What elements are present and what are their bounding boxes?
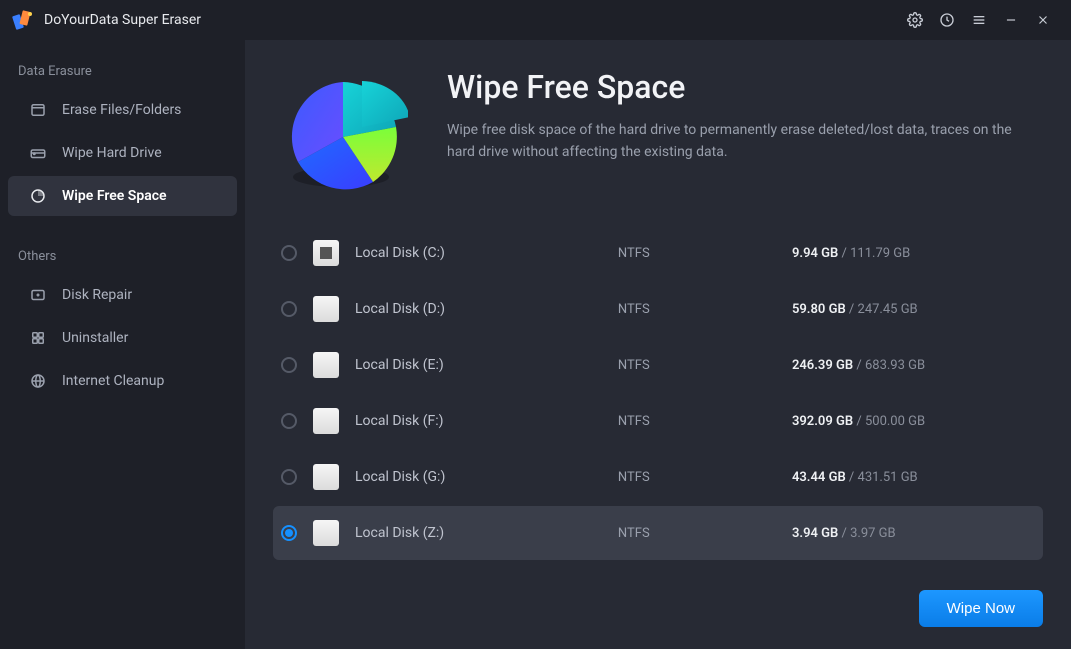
disk-size: 3.94 GB / 3.97 GB	[792, 526, 1029, 541]
disk-size: 392.09 GB / 500.00 GB	[792, 414, 1029, 429]
disk-filesystem: NTFS	[618, 302, 776, 317]
disk-filesystem: NTFS	[618, 470, 776, 485]
disk-filesystem: NTFS	[618, 246, 776, 261]
sidebar-item-erase-files[interactable]: Erase Files/Folders	[8, 90, 237, 130]
disk-row[interactable]: Local Disk (Z:) NTFS 3.94 GB / 3.97 GB	[273, 506, 1043, 560]
disk-radio[interactable]	[281, 357, 297, 373]
disk-used: 59.80 GB	[792, 302, 846, 317]
drive-icon	[313, 296, 339, 322]
disk-name: Local Disk (C:)	[355, 245, 602, 261]
disk-total: / 683.93 GB	[853, 358, 925, 373]
disk-used: 43.44 GB	[792, 470, 846, 485]
disk-used: 9.94 GB	[792, 246, 838, 261]
sidebar-item-label: Disk Repair	[62, 287, 132, 303]
disk-size: 59.80 GB / 247.45 GB	[792, 302, 1029, 317]
globe-icon	[28, 371, 48, 391]
hard-drive-icon	[28, 143, 48, 163]
sidebar-section-erasure: Data Erasure	[0, 58, 245, 87]
sidebar-item-wipe-free[interactable]: Wipe Free Space	[8, 176, 237, 216]
disk-total: / 431.51 GB	[846, 470, 918, 485]
history-icon[interactable]	[931, 4, 963, 36]
disk-row[interactable]: Local Disk (G:) NTFS 43.44 GB / 431.51 GB	[273, 450, 1043, 504]
disk-size: 9.94 GB / 111.79 GB	[792, 246, 1029, 261]
drive-icon	[313, 520, 339, 546]
disk-row[interactable]: Local Disk (C:) NTFS 9.94 GB / 111.79 GB	[273, 226, 1043, 280]
title-bar: DoYourData Super Eraser	[0, 0, 1071, 40]
disk-name: Local Disk (E:)	[355, 357, 602, 373]
disk-total: / 500.00 GB	[853, 414, 925, 429]
disk-filesystem: NTFS	[618, 526, 776, 541]
disk-radio[interactable]	[281, 469, 297, 485]
disk-row[interactable]: Local Disk (F:) NTFS 392.09 GB / 500.00 GB	[273, 394, 1043, 448]
sidebar-item-label: Erase Files/Folders	[62, 102, 181, 118]
disk-row[interactable]: Local Disk (D:) NTFS 59.80 GB / 247.45 GB	[273, 282, 1043, 336]
page-title: Wipe Free Space	[447, 68, 1043, 106]
disk-filesystem: NTFS	[618, 414, 776, 429]
disk-size: 43.44 GB / 431.51 GB	[792, 470, 1029, 485]
page-description: Wipe free disk space of the hard drive t…	[447, 120, 1043, 163]
free-space-icon	[28, 186, 48, 206]
disk-used: 392.09 GB	[792, 414, 853, 429]
disk-list: Local Disk (C:)NTFS9.94 GB / 111.79 GBLo…	[273, 226, 1043, 574]
disk-radio[interactable]	[281, 301, 297, 317]
drive-icon	[313, 464, 339, 490]
minimize-icon[interactable]	[995, 4, 1027, 36]
disk-used: 3.94 GB	[792, 526, 838, 541]
close-icon[interactable]	[1027, 4, 1059, 36]
disk-size: 246.39 GB / 683.93 GB	[792, 358, 1029, 373]
disk-radio[interactable]	[281, 525, 297, 541]
sidebar-item-uninstaller[interactable]: Uninstaller	[8, 318, 237, 358]
disk-used: 246.39 GB	[792, 358, 853, 373]
disk-total: / 3.97 GB	[838, 526, 895, 541]
settings-icon[interactable]	[899, 4, 931, 36]
disk-name: Local Disk (D:)	[355, 301, 602, 317]
disk-radio[interactable]	[281, 413, 297, 429]
sidebar: Data Erasure Erase Files/Folders Wipe Ha…	[0, 40, 245, 649]
sidebar-item-internet-cleanup[interactable]: Internet Cleanup	[8, 361, 237, 401]
sidebar-item-wipe-drive[interactable]: Wipe Hard Drive	[8, 133, 237, 173]
disk-name: Local Disk (F:)	[355, 413, 602, 429]
disk-row[interactable]: Local Disk (E:) NTFS 246.39 GB / 683.93 GB	[273, 338, 1043, 392]
sidebar-item-label: Wipe Free Space	[62, 188, 167, 204]
disk-radio[interactable]	[281, 245, 297, 261]
drive-icon	[313, 408, 339, 434]
disk-filesystem: NTFS	[618, 358, 776, 373]
pie-graphic-icon	[273, 62, 413, 202]
sidebar-item-label: Uninstaller	[62, 330, 128, 346]
wipe-now-button[interactable]: Wipe Now	[919, 590, 1043, 627]
windows-drive-icon	[313, 240, 339, 266]
disk-total: / 111.79 GB	[838, 246, 910, 261]
uninstall-icon	[28, 328, 48, 348]
sidebar-section-others: Others	[0, 243, 245, 272]
repair-icon	[28, 285, 48, 305]
sidebar-item-label: Internet Cleanup	[62, 373, 164, 389]
sidebar-item-disk-repair[interactable]: Disk Repair	[8, 275, 237, 315]
disk-total: / 247.45 GB	[846, 302, 918, 317]
files-icon	[28, 100, 48, 120]
disk-name: Local Disk (Z:)	[355, 525, 602, 541]
menu-icon[interactable]	[963, 4, 995, 36]
sidebar-item-label: Wipe Hard Drive	[62, 145, 162, 161]
main-panel: Wipe Free Space Wipe free disk space of …	[245, 40, 1071, 649]
drive-icon	[313, 352, 339, 378]
disk-name: Local Disk (G:)	[355, 469, 602, 485]
app-title: DoYourData Super Eraser	[44, 12, 201, 28]
app-logo-icon	[12, 9, 34, 31]
